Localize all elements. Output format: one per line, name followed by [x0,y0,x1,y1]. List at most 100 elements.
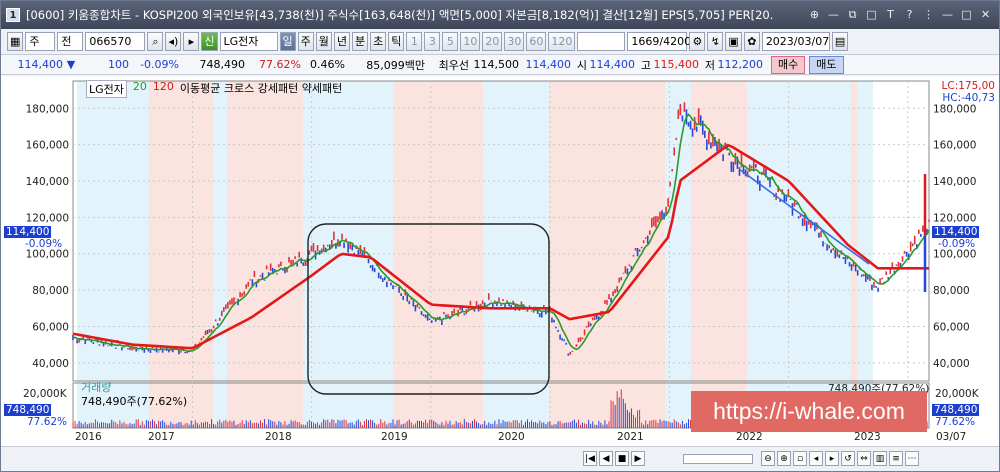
legend-pattern-text: 이동평균 크로스 강세패턴 약세패턴 [179,82,343,95]
pattern-band [77,81,149,428]
window-title: [0600] 키움종합차트 - KOSPI200 외국인보유[43,738(천)… [26,8,774,22]
x-tick-2019: 2019 [381,431,408,443]
quote-volume: 748,490 [199,58,246,71]
maximize-button[interactable]: □ [959,7,974,22]
help-icon[interactable]: ? [902,7,917,22]
high-price: 115,400 [653,58,700,71]
align-icon[interactable]: ≡ [889,451,903,466]
minute-30[interactable]: 30 [504,32,525,51]
data-total: /4200 [659,35,692,48]
arrow-icon[interactable]: ▸ [183,32,200,51]
quote-price: 114,400 [17,58,64,71]
scroll-right-icon[interactable]: ▸ [825,451,839,466]
text-icon[interactable]: T [883,7,898,22]
window-number[interactable]: 1 [6,8,20,22]
quote-amount: 85,099백만 [366,58,425,72]
y-tick-right: 120,000 [933,212,976,224]
close-button[interactable]: ✕ [978,7,993,22]
down-arrow-icon: ▼ [66,58,76,71]
low-label: 저 [704,58,715,72]
period-week[interactable]: 주 [297,32,314,51]
date-input[interactable]: 2023/03/07 [761,32,830,51]
low-price: 112,200 [717,58,764,71]
right-price-flag: 114,400 [932,226,980,238]
zoom-out-icon[interactable]: ⊖ [761,451,775,466]
stop-icon[interactable]: ■ [615,451,629,466]
quote-bar: 114,400 ▼ 100 -0.09% 748,490 77.62% 0.46… [1,55,999,75]
period-day[interactable]: 일 [279,32,296,51]
calendar-icon[interactable]: ▤ [831,32,849,51]
custom-period-select[interactable] [577,32,626,51]
link-icon[interactable]: ⊕ [807,7,822,22]
y-tick-left: 60,000 [32,321,69,333]
pattern-band [665,81,691,428]
x-tick-2017: 2017 [148,431,175,443]
more-icon[interactable]: ⋯ [905,451,919,466]
reset-icon[interactable]: ↺ [841,451,855,466]
period-second[interactable]: 초 [370,32,387,51]
x-tick-2021: 2021 [617,431,644,443]
period-year[interactable]: 년 [333,32,351,51]
minimize-button[interactable]: — [940,7,955,22]
chart-type-icon[interactable]: ↯ [707,32,724,51]
minute-60[interactable]: 60 [526,32,547,51]
left-pct-flag: -0.09% [25,238,63,250]
menu-icon[interactable]: ⋮ [921,7,936,22]
data-count-field[interactable]: 1669/4200 [627,32,691,51]
sell-button[interactable]: 매도 [809,55,844,74]
search-icon[interactable]: ⌕ [147,32,164,51]
x-tick-2020: 2020 [498,431,525,443]
mode-select[interactable]: 전 [57,32,84,51]
settings-plus-icon[interactable]: ⚙ [689,32,706,51]
sin-button[interactable]: 신 [201,32,218,51]
prev-icon[interactable]: ◀ [599,451,613,466]
quote-change-pct: -0.09% [140,58,179,71]
period-month[interactable]: 월 [315,32,332,51]
stock-code-input[interactable]: 066570 [85,32,146,51]
x-tick-2018: 2018 [265,431,292,443]
quote-volume-ratio: 77.62% [259,58,301,71]
grid-toggle-icon[interactable]: ▦ [7,32,24,51]
volume-title: 거래량 [81,381,112,394]
minute-1[interactable]: 1 [406,32,423,51]
minute-120[interactable]: 120 [548,32,576,51]
volume-tick-left: 20,000K [23,388,67,400]
legend-ma120: 120 [152,80,174,93]
expand-icon[interactable]: ⇔ [857,451,871,466]
volume-legend: 거래량 748,490주(77.62%) [81,381,187,409]
restore-icon[interactable]: ⧉ [845,7,860,22]
period-tick[interactable]: 틱 [388,32,405,51]
panel-icon[interactable]: ▥ [873,451,887,466]
legend-ma20: 20 [132,80,147,93]
best-bid-label: 최우선 [438,58,469,72]
next-icon[interactable]: ▶ [631,451,645,466]
quote-turnover: 0.46% [310,58,345,71]
x-tick-2016: 2016 [75,431,102,443]
maximize-box-icon[interactable]: □ [864,7,879,22]
buy-button[interactable]: 매수 [771,55,806,74]
open-price: 114,400 [589,58,636,71]
hc-value: HC:-40,73 [942,92,995,104]
fit-icon[interactable]: ▫ [793,451,807,466]
minimize-bar-icon[interactable]: — [826,7,841,22]
high-label: 고 [640,58,651,72]
zoom-in-icon[interactable]: ⊕ [777,451,791,466]
chart-toolbar: ▦ 주 전 066570 ⌕ ◂) ▸ 신 LG전자 일 주 월 년 분 초 틱… [1,29,999,55]
save-icon[interactable]: ▣ [725,32,742,51]
scroll-left-icon[interactable]: ◂ [809,451,823,466]
first-icon[interactable]: |◀ [583,451,597,466]
gear-icon[interactable]: ✿ [743,32,760,51]
minute-5[interactable]: 5 [442,32,459,51]
y-tick-right: 60,000 [933,321,970,333]
market-select[interactable]: 주 [25,32,56,51]
horizontal-scrollbar[interactable] [683,454,753,464]
period-minute[interactable]: 분 [352,32,369,51]
title-bar: 1 [0600] 키움종합차트 - KOSPI200 외국인보유[43,738(… [1,1,999,29]
minute-20[interactable]: 20 [482,32,503,51]
minute-10[interactable]: 10 [460,32,481,51]
y-tick-left: 180,000 [26,103,69,115]
bottom-control-bar: |◀ ◀ ■ ▶ ⊖ ⊕ ▫ ◂ ▸ ↺ ⇔ ▥ ≡ ⋯ [1,446,999,471]
minute-3[interactable]: 3 [424,32,441,51]
sound-icon[interactable]: ◂) [165,32,182,51]
y-tick-left: 140,000 [26,176,69,188]
